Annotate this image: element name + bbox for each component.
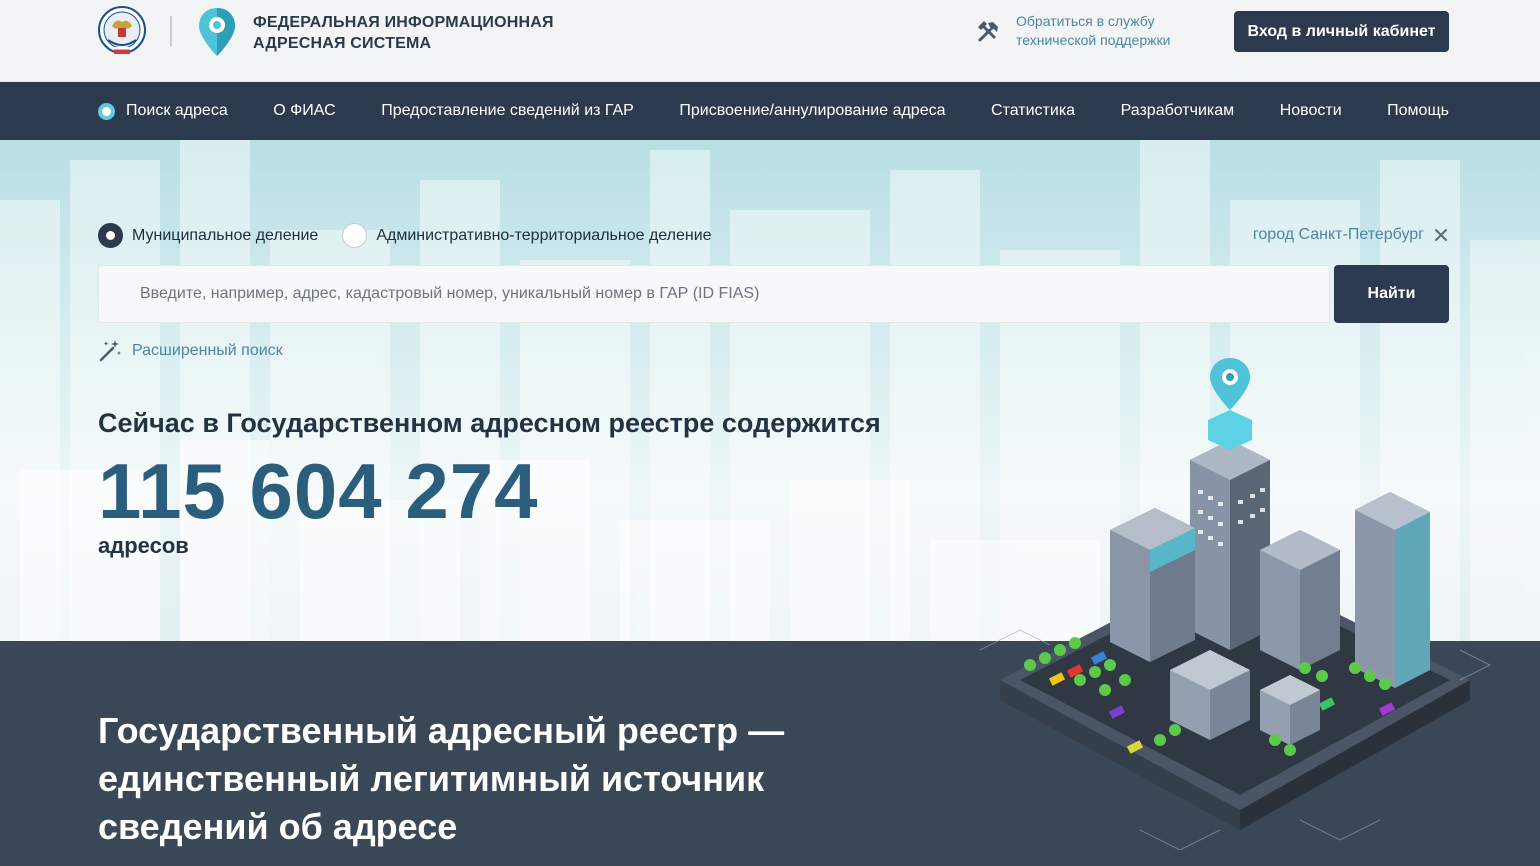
support-line1: Обратиться в службу xyxy=(1016,13,1155,29)
stats-title: Сейчас в Государственном адресном реестр… xyxy=(98,408,881,438)
support-link[interactable]: Обратиться в службу технической поддержк… xyxy=(976,12,1196,50)
site-header: ФЕДЕРАЛЬНАЯ ИНФОРМАЦИОННАЯ АДРЕСНАЯ СИСТ… xyxy=(0,0,1540,82)
map-pin-logo-icon[interactable] xyxy=(196,6,238,58)
region-filter[interactable]: город Санкт-Петербург xyxy=(1253,226,1448,244)
support-line2: технической поддержки xyxy=(1016,32,1171,48)
division-type-radio-group: Муниципальное деление Административно-те… xyxy=(98,223,736,248)
tagline: Государственный адресный реестр — единст… xyxy=(98,707,818,851)
site-title-line2: АДРЕСНАЯ СИСТЕМА xyxy=(253,35,432,52)
fns-emblem-icon[interactable] xyxy=(98,6,146,56)
nav-item-about[interactable]: О ФИАС xyxy=(273,102,335,120)
nav-item-address-search[interactable]: Поиск адреса xyxy=(98,102,228,120)
search-input[interactable] xyxy=(99,266,1329,322)
search-button[interactable]: Найти xyxy=(1334,265,1449,323)
nav-item-developers[interactable]: Разработчикам xyxy=(1121,102,1235,120)
isometric-city-illustration xyxy=(979,358,1492,850)
tagline-line3: сведений об адресе xyxy=(98,806,458,847)
active-dot-icon xyxy=(98,102,115,120)
nav-item-assignment[interactable]: Присвоение/аннулирование адреса xyxy=(679,102,945,120)
header-divider xyxy=(170,16,172,46)
tagline-line2: единственный легитимный источник xyxy=(98,758,765,799)
address-count: 115 604 274 xyxy=(98,447,539,535)
nav-item-statistics[interactable]: Статистика xyxy=(991,102,1075,120)
main-nav: Поиск адреса О ФИАС Предоставление сведе… xyxy=(0,82,1540,140)
site-title-line1: ФЕДЕРАЛЬНАЯ ИНФОРМАЦИОННАЯ xyxy=(253,14,554,31)
nav-item-news[interactable]: Новости xyxy=(1280,102,1342,120)
nav-item-help[interactable]: Помощь xyxy=(1387,102,1449,120)
nav-item-gar-data[interactable]: Предоставление сведений из ГАР xyxy=(381,102,634,120)
tagline-line1: Государственный адресный реестр — xyxy=(98,710,785,751)
nav-label: Поиск адреса xyxy=(126,102,228,119)
tools-icon xyxy=(978,21,998,42)
advanced-search-label: Расширенный поиск xyxy=(132,341,283,359)
address-count-unit: адресов xyxy=(98,533,189,558)
advanced-search-link[interactable]: Расширенный поиск xyxy=(98,338,283,363)
search-box xyxy=(98,265,1330,323)
radio-administrative[interactable]: Административно-территориальное деление xyxy=(342,223,712,248)
radio-municipal-label: Муниципальное деление xyxy=(132,226,319,244)
site-title[interactable]: ФЕДЕРАЛЬНАЯ ИНФОРМАЦИОННАЯ АДРЕСНАЯ СИСТ… xyxy=(253,12,554,54)
close-icon[interactable] xyxy=(1434,228,1448,242)
radio-municipal[interactable]: Муниципальное деление xyxy=(98,223,318,248)
region-label[interactable]: город Санкт-Петербург xyxy=(1253,226,1424,244)
radio-unchecked-icon[interactable] xyxy=(342,223,368,248)
radio-checked-icon[interactable] xyxy=(98,223,123,248)
login-button[interactable]: Вход в личный кабинет xyxy=(1234,11,1449,52)
magic-wand-icon xyxy=(99,340,121,362)
radio-administrative-label: Административно-территориальное деление xyxy=(376,226,712,244)
